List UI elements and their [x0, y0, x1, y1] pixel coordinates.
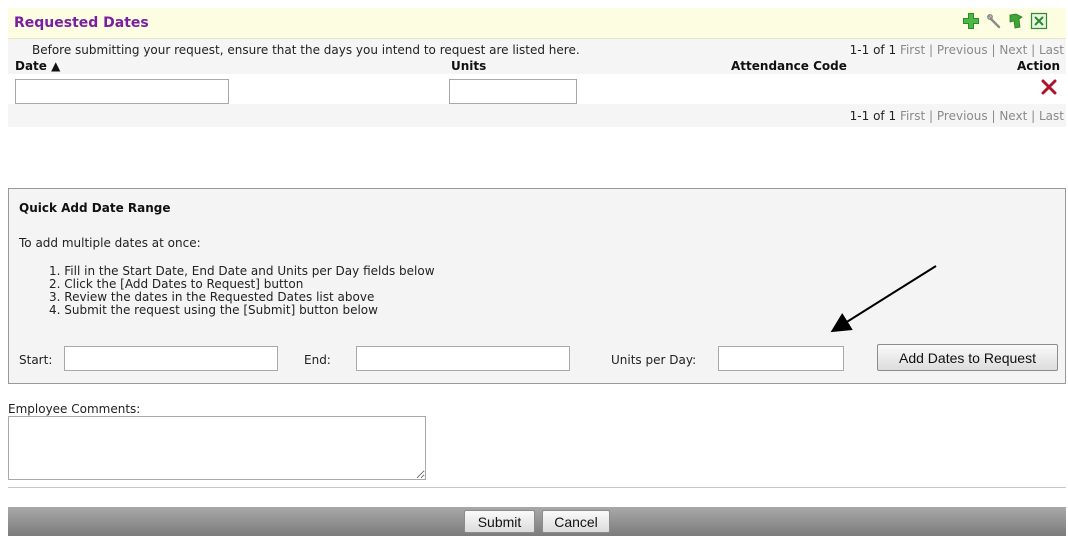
plus-icon[interactable]	[962, 12, 980, 30]
quick-add-intro: To add multiple dates at once:	[19, 236, 201, 250]
units-per-day-input[interactable]	[718, 346, 844, 371]
pager-last-link[interactable]: Last	[1039, 109, 1064, 123]
add-dates-to-request-button[interactable]: Add Dates to Request	[877, 344, 1058, 371]
pager-separator: |	[1031, 109, 1036, 123]
quick-add-title: Quick Add Date Range	[19, 201, 171, 215]
pager-separator: |	[991, 109, 996, 123]
column-header-action: Action	[1016, 59, 1060, 73]
requested-dates-title: Requested Dates	[14, 15, 149, 31]
pager-separator: |	[991, 43, 996, 57]
annotation-arrow-icon	[830, 265, 937, 333]
pager-last-link[interactable]: Last	[1039, 43, 1064, 57]
pager-previous-link[interactable]: Previous	[937, 109, 988, 123]
pager-first-link[interactable]: First	[900, 43, 925, 57]
refresh-icon[interactable]	[1007, 12, 1025, 30]
cancel-button[interactable]: Cancel	[542, 510, 610, 533]
excel-icon[interactable]	[1030, 12, 1048, 30]
start-label: Start:	[19, 353, 53, 367]
divider	[8, 487, 1066, 488]
pager-separator: |	[929, 43, 934, 57]
quick-add-steps: 1. Fill in the Start Date, End Date and …	[49, 265, 435, 317]
units-per-day-label: Units per Day:	[611, 353, 697, 367]
pager-next-link[interactable]: Next	[999, 109, 1027, 123]
requested-dates-grid: Before submitting your request, ensure t…	[8, 39, 1066, 127]
pager-previous-link[interactable]: Previous	[937, 43, 988, 57]
column-header-date[interactable]: Date ▲	[15, 59, 60, 73]
submit-button[interactable]: Submit	[464, 510, 535, 533]
pager-count: 1-1 of 1	[849, 43, 897, 57]
form-action-bar: Submit Cancel	[8, 507, 1066, 536]
requested-dates-info: Before submitting your request, ensure t…	[32, 43, 580, 57]
employee-comments-label: Employee Comments:	[8, 402, 141, 416]
end-label: End:	[304, 353, 331, 367]
table-row	[8, 74, 1066, 104]
pager-count: 1-1 of 1	[849, 109, 897, 123]
employee-comments-textarea[interactable]	[8, 416, 426, 480]
column-header-attendance-code: Attendance Code	[731, 59, 847, 73]
delete-icon[interactable]	[1040, 78, 1058, 96]
wrench-icon[interactable]	[985, 12, 1003, 30]
pager-first-link[interactable]: First	[900, 109, 925, 123]
column-header-units: Units	[451, 59, 487, 73]
requested-dates-header: Requested Dates	[8, 8, 1066, 39]
pager-next-link[interactable]: Next	[999, 43, 1027, 57]
date-input[interactable]	[15, 79, 229, 104]
pager-bottom: 1-1 of 1 First | Previous | Next | Last	[850, 109, 1064, 123]
start-date-input[interactable]	[64, 346, 278, 371]
pager-separator: |	[1031, 43, 1036, 57]
quick-add-step: 4. Submit the request using the [Submit]…	[49, 303, 378, 317]
end-date-input[interactable]	[356, 346, 570, 371]
pager-separator: |	[929, 109, 934, 123]
units-input[interactable]	[449, 79, 577, 104]
pager-top: 1-1 of 1 First | Previous | Next | Last	[850, 43, 1064, 57]
